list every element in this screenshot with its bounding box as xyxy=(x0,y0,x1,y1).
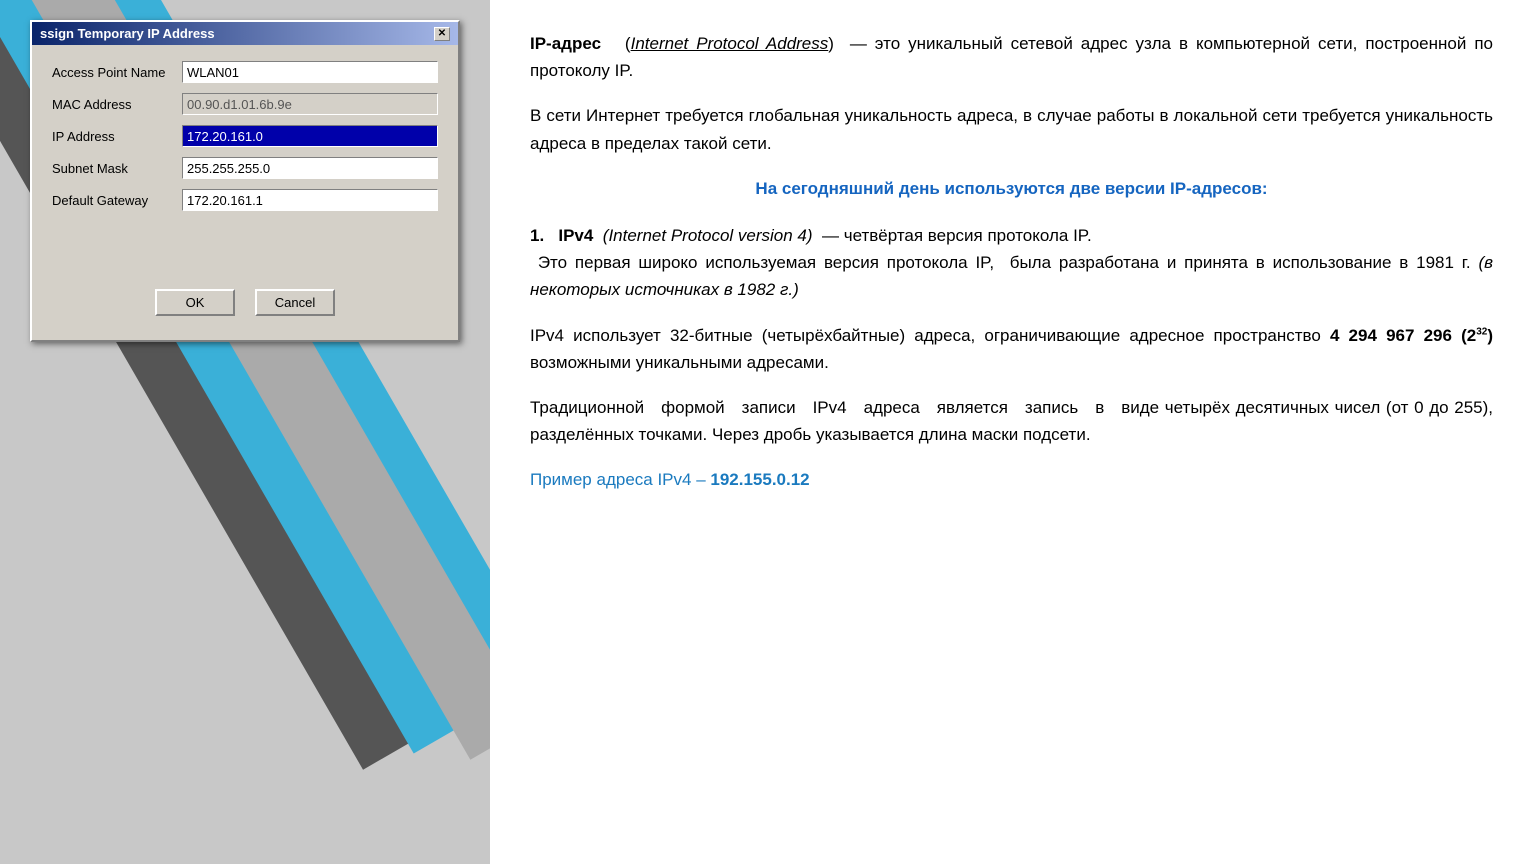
input-access-point[interactable] xyxy=(182,61,438,83)
input-subnet[interactable] xyxy=(182,157,438,179)
num-1: 1. IPv4 xyxy=(530,226,593,245)
paragraph-1: IP-адрес (Internet Protocol Address) — э… xyxy=(530,30,1493,84)
paragraph-ipv4-bits: IPv4 использует 32-битные (четырёхбайтны… xyxy=(530,322,1493,376)
label-subnet: Subnet Mask xyxy=(52,161,182,176)
label-gateway: Default Gateway xyxy=(52,193,182,208)
label-mac: MAC Address xyxy=(52,97,182,112)
ok-button[interactable]: OK xyxy=(155,289,235,316)
ipv4-full-name: (Internet Protocol version 4) xyxy=(603,226,813,245)
form-row-ip: IP Address xyxy=(52,125,438,147)
address-count: 4 294 967 296 (232) xyxy=(1330,326,1493,345)
label-access-point: Access Point Name xyxy=(52,65,182,80)
paragraph-example: Пример адреса IPv4 – 192.155.0.12 xyxy=(530,466,1493,493)
dialog-title: ssign Temporary IP Address xyxy=(40,26,215,41)
dialog-assign-ip: ssign Temporary IP Address ✕ Access Poin… xyxy=(30,20,460,342)
example-address: 192.155.0.12 xyxy=(710,470,809,489)
term-ip: IP-адрес xyxy=(530,34,601,53)
example-label: Пример адреса IPv4 – 192.155.0.12 xyxy=(530,470,810,489)
term-ip-english: Internet Protocol Address xyxy=(631,34,829,53)
dialog-close-button[interactable]: ✕ xyxy=(434,27,450,41)
form-row-mac: MAC Address xyxy=(52,93,438,115)
input-gateway[interactable] xyxy=(182,189,438,211)
dialog-body: Access Point Name MAC Address IP Address… xyxy=(32,45,458,340)
form-row-gateway: Default Gateway xyxy=(52,189,438,211)
ipv4-year-note: (в некоторых источниках в 1982 г.) xyxy=(530,253,1493,299)
form-row-subnet: Subnet Mask xyxy=(52,157,438,179)
paragraph-traditional: Традиционной формой записи IPv4 адреса я… xyxy=(530,394,1493,448)
dialog-titlebar: ssign Temporary IP Address ✕ xyxy=(32,22,458,45)
input-ip[interactable] xyxy=(182,125,438,147)
cancel-button[interactable]: Cancel xyxy=(255,289,335,316)
paragraph-2: В сети Интернет требуется глобальная уни… xyxy=(530,102,1493,156)
section-ipv4-heading: 1. IPv4 (Internet Protocol version 4) — … xyxy=(530,222,1493,304)
form-row-access-point: Access Point Name xyxy=(52,61,438,83)
label-ip: IP Address xyxy=(52,129,182,144)
dialog-buttons: OK Cancel xyxy=(52,281,438,320)
content-area: IP-адрес (Internet Protocol Address) — э… xyxy=(490,0,1533,864)
input-mac xyxy=(182,93,438,115)
heading-versions: На сегодняшний день используются две вер… xyxy=(530,175,1493,202)
